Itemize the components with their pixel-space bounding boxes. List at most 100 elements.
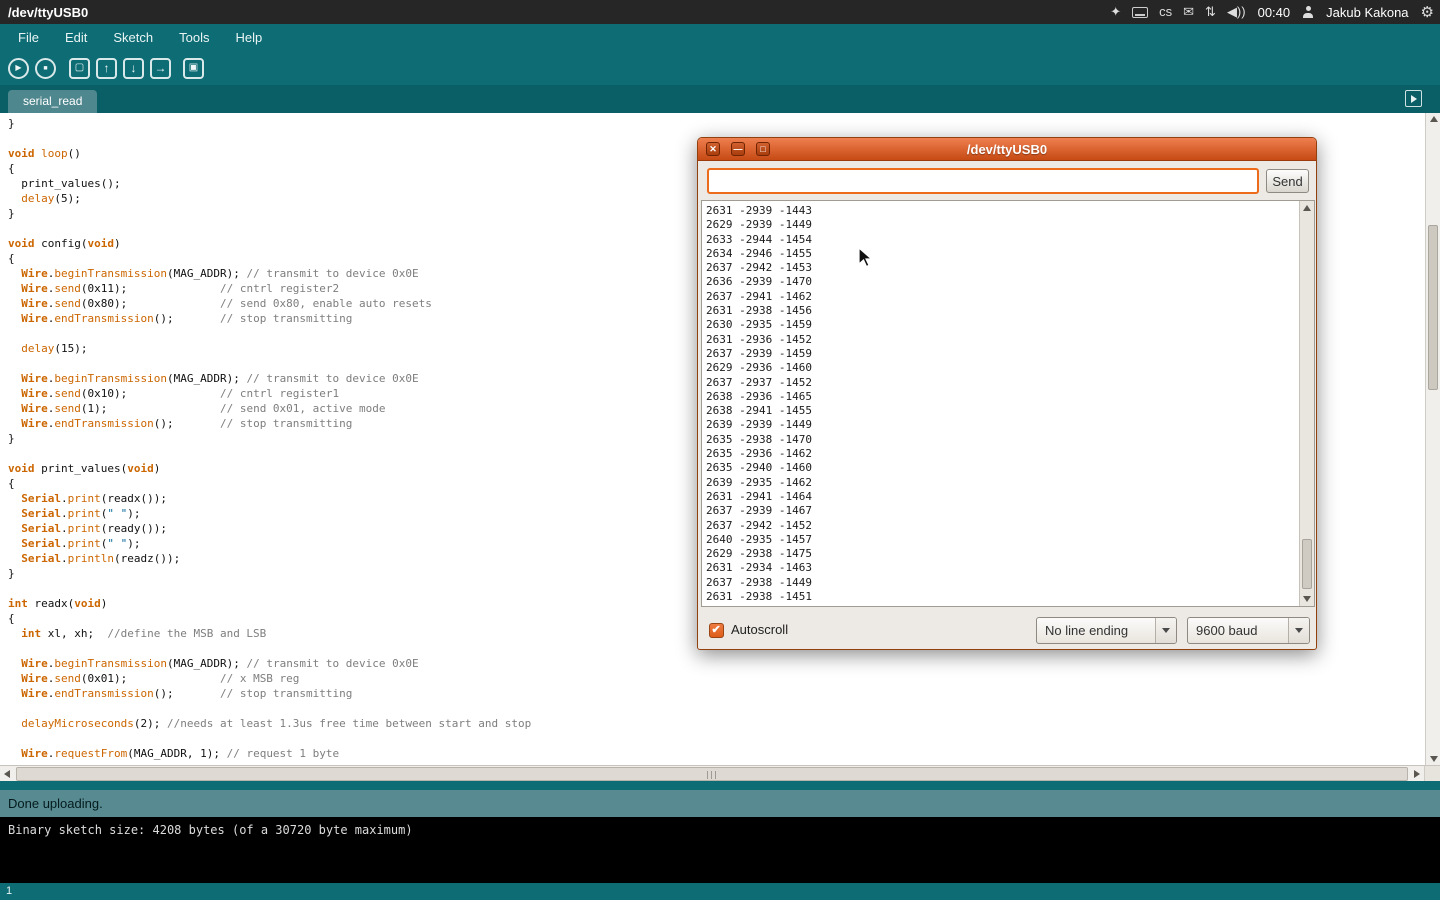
serial-output-line: 2639 -2939 -1449: [706, 418, 1310, 432]
upload-button[interactable]: →: [150, 58, 171, 79]
system-indicators: ✦ cs ✉ ⇅ ◀)): [1110, 0, 1245, 24]
save-button[interactable]: ↓: [123, 58, 144, 79]
bluetooth-icon[interactable]: ✦: [1110, 0, 1121, 24]
scroll-left-icon[interactable]: [4, 770, 10, 778]
keyboard-icon[interactable]: [1132, 7, 1148, 18]
menu-file[interactable]: File: [8, 26, 49, 49]
serial-output-line: 2637 -2939 -1467: [706, 504, 1310, 518]
open-button[interactable]: ↑: [96, 58, 117, 79]
serial-output-line: 2630 -2935 -1459: [706, 318, 1310, 332]
serial-output-line: 2637 -2942 -1453: [706, 261, 1310, 275]
code-line: Wire.endTransmission(); // stop transmit…: [8, 686, 1425, 701]
serial-output-line: 2639 -2935 -1462: [706, 476, 1310, 490]
serial-output-line: 2637 -2937 -1452: [706, 376, 1310, 390]
serial-output[interactable]: 2631 -2939 -14432629 -2939 -14492633 -29…: [701, 200, 1315, 607]
line-ending-dropdown[interactable]: No line ending: [1036, 617, 1177, 644]
code-line: Wire.beginTransmission(MAG_ADDR); // tra…: [8, 656, 1425, 671]
serial-monitor-titlebar[interactable]: ✕—□ /dev/ttyUSB0: [698, 138, 1316, 161]
tab-list-button[interactable]: [1405, 90, 1422, 107]
scroll-up-icon[interactable]: [1430, 116, 1438, 122]
toolbar: ▶ ■ ▢ ↑ ↓ → ▣: [0, 51, 1440, 85]
new-sketch-icon: ▢: [75, 63, 84, 73]
serial-output-line: 2634 -2946 -1455: [706, 247, 1310, 261]
serial-output-line: 2631 -2938 -1456: [706, 304, 1310, 318]
serial-output-line: 2629 -2938 -1475: [706, 547, 1310, 561]
stop-button[interactable]: ■: [35, 58, 56, 79]
menu-tools[interactable]: Tools: [169, 26, 219, 49]
console-panel: Binary sketch size: 4208 bytes (of a 307…: [0, 817, 1440, 883]
autoscroll-label: Autoscroll: [731, 622, 788, 637]
system-panel: /dev/ttyUSB0 ✦ cs ✉ ⇅ ◀)) 00:40 Jakub Kakona…: [0, 0, 1440, 24]
status-bar: Done uploading.: [0, 790, 1440, 817]
code-line: }: [8, 116, 1425, 131]
footer-bar: 1: [0, 883, 1440, 900]
scroll-grip-icon: [707, 771, 716, 779]
active-window-title: /dev/ttyUSB0: [0, 5, 88, 20]
baud-rate-value: 9600 baud: [1188, 623, 1288, 638]
serial-output-line: 2638 -2941 -1455: [706, 404, 1310, 418]
serial-monitor-window: ✕—□ /dev/ttyUSB0 Send 2631 -2939 -144326…: [697, 137, 1317, 650]
user-icon: [1302, 6, 1314, 18]
serial-output-line: 2633 -2944 -1454: [706, 233, 1310, 247]
line-number-indicator: 1: [0, 883, 1440, 900]
serial-output-line: 2637 -2938 -1449: [706, 576, 1310, 590]
chevron-down-icon[interactable]: [1288, 618, 1309, 643]
network-icon[interactable]: ⇅: [1205, 0, 1216, 24]
code-line: [8, 731, 1425, 746]
volume-icon[interactable]: ◀)): [1227, 0, 1246, 24]
serial-output-line: 2635 -2938 -1470: [706, 433, 1310, 447]
serial-output-scrollbar[interactable]: [1299, 201, 1314, 606]
scroll-right-icon[interactable]: [1414, 770, 1420, 778]
scroll-down-icon[interactable]: [1430, 756, 1438, 762]
serial-output-line: 2629 -2939 -1449: [706, 218, 1310, 232]
send-button[interactable]: Send: [1266, 169, 1309, 193]
serial-output-line: 2629 -2936 -1460: [706, 361, 1310, 375]
serial-output-line: 2631 -2938 -1451: [706, 590, 1310, 604]
window-divider: [0, 781, 1440, 790]
status-message: Done uploading.: [0, 790, 1440, 817]
desktop: /dev/ttyUSB0 ✦ cs ✉ ⇅ ◀)) 00:40 Jakub Kakona…: [0, 0, 1440, 900]
serial-output-line: 2637 -2939 -1459: [706, 347, 1310, 361]
arrow-up-icon: ↑: [104, 62, 110, 74]
line-ending-value: No line ending: [1037, 623, 1155, 638]
serial-input[interactable]: [707, 168, 1259, 194]
new-button[interactable]: ▢: [69, 58, 90, 79]
code-line: delayMicroseconds(2); //needs at least 1…: [8, 716, 1425, 731]
user-menu[interactable]: Jakub Kakona: [1326, 5, 1408, 20]
editor-vertical-scrollbar[interactable]: [1425, 113, 1440, 765]
serial-monitor-title: /dev/ttyUSB0: [698, 138, 1316, 161]
serial-output-line: 2631 -2936 -1452: [706, 333, 1310, 347]
menu-edit[interactable]: Edit: [55, 26, 97, 49]
indicator-area: ✦ cs ✉ ⇅ ◀)) 00:40 Jakub Kakona ⚙: [1110, 0, 1434, 24]
editor-horizontal-scrollbar[interactable]: [0, 765, 1440, 781]
clock[interactable]: 00:40: [1258, 5, 1291, 20]
serial-output-line: 2631 -2939 -1443: [706, 204, 1310, 218]
code-line: Wire.send(0x01); // x MSB reg: [8, 671, 1425, 686]
verify-button[interactable]: ▶: [8, 58, 29, 79]
editor-vscroll-thumb[interactable]: [1428, 225, 1438, 390]
code-line: Wire.requestFrom(MAG_ADDR, 1); // reques…: [8, 746, 1425, 761]
console-text: Binary sketch size: 4208 bytes (of a 307…: [0, 817, 1440, 844]
scroll-down-icon[interactable]: [1303, 596, 1311, 602]
serial-monitor-button[interactable]: ▣: [183, 58, 204, 79]
scroll-up-icon[interactable]: [1303, 205, 1311, 211]
tabbar: serial_read: [0, 85, 1440, 113]
mail-icon[interactable]: ✉: [1183, 0, 1194, 24]
baud-rate-dropdown[interactable]: 9600 baud: [1187, 617, 1310, 644]
menu-help[interactable]: Help: [225, 26, 272, 49]
editor-hscroll-thumb[interactable]: [16, 767, 1408, 781]
code-line: [8, 701, 1425, 716]
menubar: File Edit Sketch Tools Help: [0, 24, 1440, 51]
serial-output-line: 2635 -2940 -1460: [706, 461, 1310, 475]
serial-output-line: 2631 -2941 -1464: [706, 490, 1310, 504]
tab-serial-read[interactable]: serial_read: [8, 90, 97, 113]
serial-output-line: 2638 -2936 -1465: [706, 390, 1310, 404]
play-icon: ▶: [15, 64, 21, 72]
chevron-down-icon[interactable]: [1155, 618, 1176, 643]
session-gear-icon[interactable]: ⚙: [1421, 3, 1434, 21]
stop-icon: ■: [43, 65, 47, 72]
keyboard-layout-indicator[interactable]: cs: [1159, 0, 1172, 24]
menu-sketch[interactable]: Sketch: [103, 26, 163, 49]
autoscroll-checkbox[interactable]: [709, 623, 724, 638]
serial-scroll-thumb[interactable]: [1302, 539, 1312, 589]
